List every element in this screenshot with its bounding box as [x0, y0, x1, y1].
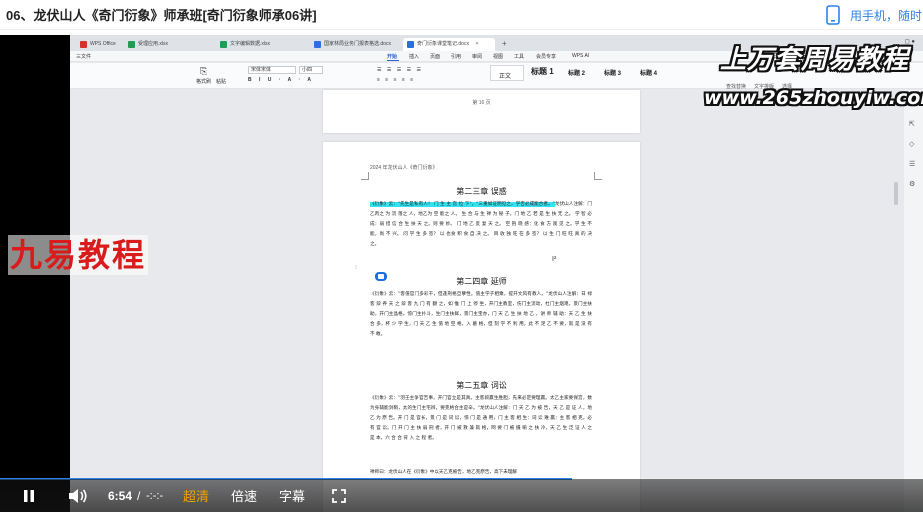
doc-icon	[407, 41, 414, 48]
current-time: 6:54	[108, 488, 133, 503]
font-format-icons[interactable]: B I U · A · A	[248, 77, 314, 83]
active-menu-indicator	[387, 60, 399, 61]
menu-review[interactable]: 审阅	[472, 53, 482, 60]
tab-xlsx-1[interactable]: 受理应用.xlsx	[124, 38, 168, 51]
speed-button[interactable]: 倍速	[231, 479, 257, 512]
sheet-icon	[128, 41, 135, 48]
logo-line-1: 上万套周易教程	[720, 45, 910, 75]
volume-icon	[69, 488, 87, 503]
style-heading-1[interactable]: 标题 1	[531, 66, 554, 77]
page-header-note: 2024 年龙伏山人《奇门衍象》	[370, 165, 438, 171]
align-icons[interactable]: ≡ ≡ ≡ ≡ ≡	[377, 77, 415, 83]
time-separator: /	[137, 488, 141, 503]
highlighted-text: 《衍象》云："先生是私有人！ 门 生 主 宫 位 下"，"三重如证明见之，学否必…	[370, 202, 555, 207]
font-name-select[interactable]: 宋体宋体	[248, 66, 296, 74]
style-normal[interactable]: 正文	[490, 65, 524, 81]
phone-icon	[826, 5, 840, 25]
drag-handle-icon[interactable]: ⁝	[355, 264, 357, 271]
menu-insert[interactable]: 插入	[409, 53, 419, 60]
page-corner-mark	[361, 172, 369, 180]
brand-watermark: 九易教程	[8, 235, 149, 275]
quality-button[interactable]: 超清	[183, 479, 209, 512]
chapter-paragraph[interactable]: 禅师曰：龙伏山人在《衍象》中以天乙克被告，地乙克原告，高下未理解	[370, 468, 592, 478]
wps-window: WPS Office 受理应用.xlsx 文字编辑数据.xlsx 国家林局业务门…	[70, 35, 923, 512]
menu-tools[interactable]: 工具	[514, 53, 524, 60]
style-heading-3[interactable]: 标题 3	[604, 68, 621, 77]
paste-icon[interactable]: ⎘	[200, 66, 207, 77]
doc-icon	[314, 41, 321, 48]
player-controls: 6:54 / -:-:- 超清 倍速 字幕	[0, 479, 923, 512]
chapter-paragraph[interactable]: 《衍象》云："先生是私有人！ 门 生 主 宫 位 下"，"三重如证明见之，学否必…	[370, 200, 592, 250]
tab-wps-office[interactable]: WPS Office	[76, 38, 116, 51]
right-toolbar: ✎ ⇱ ◇ ☰ ⚙	[904, 90, 923, 512]
select-icon[interactable]: ⇱	[909, 120, 915, 128]
menu-file[interactable]: 三文件	[76, 53, 91, 60]
menu-home[interactable]: 开始	[387, 53, 397, 60]
course-title: 06、龙伏山人《奇门衍象》师承班[奇门衍象师承06讲]	[6, 8, 317, 23]
menu-wps-ai[interactable]: WPS AI	[572, 53, 589, 59]
settings-icon[interactable]: ⚙	[909, 180, 915, 188]
chapter-title: 第二五章 词讼	[456, 381, 507, 390]
fullscreen-icon	[332, 488, 346, 503]
format-painter-label[interactable]: 粘贴	[216, 78, 226, 85]
add-tab-icon[interactable]: +	[502, 38, 507, 49]
page-header: 06、龙伏山人《奇门衍象》师承班[奇门衍象师承06讲] 用手机，随时	[0, 0, 923, 30]
close-icon[interactable]: ✕	[475, 41, 479, 47]
style-heading-2[interactable]: 标题 2	[568, 68, 585, 77]
mobile-watch-text[interactable]: 用手机，随时	[850, 7, 922, 24]
list-icon[interactable]: ☰	[909, 160, 915, 168]
pause-button[interactable]	[22, 479, 36, 512]
scrollbar[interactable]	[894, 182, 898, 205]
duration: -:-:-	[146, 489, 164, 502]
logo-line-2: www.265zhouyiw.com	[704, 87, 923, 109]
menu-member[interactable]: 会员专享	[536, 53, 556, 60]
document-page[interactable]: 2024 年龙伏山人《奇门衍象》 第二三章 误惑 《衍象》云："先生是私有人！ …	[323, 142, 640, 512]
paste-label[interactable]: 格式刷	[196, 78, 211, 85]
fullscreen-button[interactable]	[332, 479, 346, 512]
paragraph-icons[interactable]: ☰ ☰ ☰ ☰ ☰	[377, 67, 423, 73]
text-cursor: I²	[552, 256, 557, 263]
chapter-paragraph[interactable]: 《衍象》云："客值官门多彩干，但逢刑格旦孽性。值主学子相乘，提开文风有教人。"龙…	[370, 290, 592, 340]
menu-page[interactable]: 页面	[430, 53, 440, 60]
mobile-watch-link[interactable]: 用手机，随时	[826, 3, 922, 27]
sheet-icon	[220, 41, 227, 48]
wps-icon	[80, 41, 87, 48]
menu-view[interactable]: 视图	[493, 53, 503, 60]
tab-xlsx-2[interactable]: 文字编辑数据.xlsx	[216, 38, 270, 51]
tab-docx-1[interactable]: 国家林局业务门报表格选.docx	[310, 38, 391, 51]
chapter-title: 第二四章 延师	[456, 277, 507, 286]
subtitle-button[interactable]: 字幕	[279, 479, 305, 512]
pause-icon	[24, 489, 34, 502]
tab-docx-active[interactable]: 奇门衍象课堂笔记.docx ✕	[403, 38, 495, 51]
page-number: 第 16 页	[472, 100, 491, 106]
site-logo: 上万套周易教程 www.265zhouyiw.com	[698, 37, 923, 119]
video-player[interactable]: WPS Office 受理应用.xlsx 文字编辑数据.xlsx 国家林局业务门…	[0, 35, 923, 512]
chapter-title: 第二三章 误惑	[456, 187, 507, 196]
document-canvas[interactable]: 第 16 页 2024 年龙伏山人《奇门衍象》 第二三章 误惑 《衍象》云："先…	[70, 90, 923, 512]
page-corner-mark	[594, 172, 602, 180]
font-size-select[interactable]: 小四	[299, 66, 323, 74]
menu-reference[interactable]: 引用	[451, 53, 461, 60]
document-page-previous: 第 16 页	[323, 90, 640, 133]
shape-icon[interactable]: ◇	[909, 140, 914, 148]
style-heading-4[interactable]: 标题 4	[640, 68, 657, 77]
volume-button[interactable]	[68, 479, 88, 512]
chapter-paragraph[interactable]: 《衍象》云："羽壬主争官吉事，开门官立是其真。主客叙赢生胜胆，先来必定要理赢。太…	[370, 394, 592, 444]
